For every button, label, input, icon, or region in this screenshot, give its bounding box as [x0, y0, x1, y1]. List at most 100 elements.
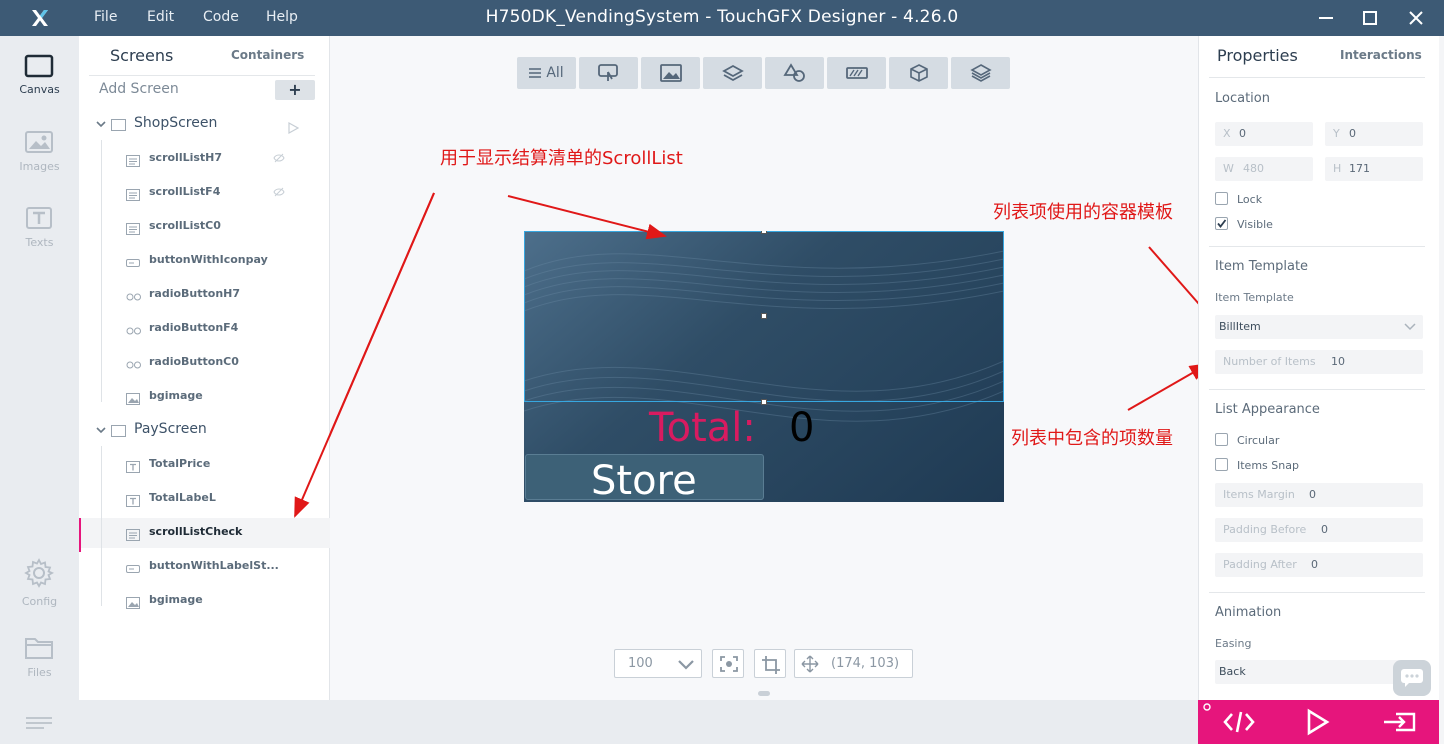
add-screen-button[interactable]: +: [275, 80, 315, 100]
text-icon: [126, 458, 140, 473]
items-margin-field[interactable]: Items Margin 0: [1215, 483, 1423, 507]
rail-config[interactable]: Config: [0, 556, 79, 626]
title-bar: File Edit Code Help H750DK_VendingSystem…: [0, 0, 1444, 36]
tree-item-scrolllistcheck[interactable]: scrollListCheck: [79, 518, 330, 552]
items-margin-value: 0: [1309, 488, 1316, 501]
rail-files-label: Files: [27, 666, 52, 679]
number-of-items-label: Number of Items: [1223, 355, 1316, 368]
section-divider: [1209, 592, 1425, 593]
close-button[interactable]: [1403, 6, 1429, 30]
maximize-button[interactable]: [1357, 6, 1383, 30]
padding-after-field[interactable]: Padding After 0: [1215, 553, 1423, 577]
list-appearance-heading: List Appearance: [1215, 402, 1320, 417]
tab-interactions[interactable]: Interactions: [1340, 48, 1422, 62]
tree-item-label: TotalPrice: [149, 457, 211, 470]
annotation-count: 列表中包含的项数量: [1011, 428, 1173, 449]
code-icon: [1223, 711, 1255, 733]
tree-item-scrolllisth7[interactable]: scrollListH7: [79, 144, 330, 174]
item-template-heading: Item Template: [1215, 259, 1309, 274]
circular-label: Circular: [1237, 434, 1280, 447]
rail-canvas[interactable]: Canvas: [0, 50, 79, 120]
hidden-eye-icon[interactable]: [273, 187, 285, 197]
number-of-items-field[interactable]: Number of Items 10: [1215, 350, 1423, 374]
run-on-target-button[interactable]: [1382, 708, 1420, 738]
app-title: H750DK_VendingSystem - TouchGFX Designer…: [485, 7, 959, 27]
canvas-area[interactable]: All Total: 0 Store 100 (174, 103) 用于显示结算…: [330, 36, 1198, 700]
start-screen-icon[interactable]: [287, 119, 300, 138]
easing-select[interactable]: Back: [1215, 660, 1423, 684]
selection-indicator: [79, 518, 81, 552]
rail-images[interactable]: Images: [0, 126, 79, 196]
rail-config-label: Config: [21, 595, 58, 608]
check-icon: [1217, 219, 1227, 228]
visible-label: Visible: [1237, 218, 1273, 231]
y-value: 0: [1349, 127, 1356, 140]
menu-icon[interactable]: [26, 716, 52, 730]
easing-label: Easing: [1215, 637, 1252, 650]
chevron-down-icon[interactable]: [96, 427, 106, 434]
padding-after-value: 0: [1311, 558, 1318, 571]
minimize-button[interactable]: [1313, 6, 1339, 30]
width-field[interactable]: W 480: [1215, 157, 1313, 181]
tree-guide-line: [101, 446, 102, 606]
canvas-icon: [24, 54, 54, 78]
screen-shopscreen[interactable]: ShopScreen: [79, 110, 330, 140]
scroll-list-icon: [126, 186, 140, 201]
images-icon: [25, 131, 53, 153]
x-value: 0: [1239, 127, 1246, 140]
hidden-eye-icon[interactable]: [273, 153, 285, 163]
easing-value: Back: [1219, 665, 1246, 678]
height-field[interactable]: H 171: [1325, 157, 1423, 181]
chevron-down-icon[interactable]: [96, 121, 106, 128]
tree-guide-line: [101, 140, 102, 402]
properties-panel: Properties Interactions Location X0 Y0 W…: [1198, 36, 1439, 700]
x-field[interactable]: X0: [1215, 122, 1313, 146]
tree-item-label: bgimage: [149, 389, 203, 402]
generate-code-button[interactable]: [1222, 708, 1256, 738]
run-simulator-button[interactable]: [1304, 708, 1334, 738]
y-field[interactable]: Y0: [1325, 122, 1423, 146]
screen-name: PayScreen: [134, 421, 207, 437]
chat-bubble-button[interactable]: [1393, 660, 1431, 696]
tree-item-label: bgimage: [149, 593, 203, 606]
folder-icon: [25, 638, 53, 659]
annotation-template: 列表项使用的容器模板: [993, 202, 1173, 223]
w-value: 480: [1243, 162, 1264, 175]
screen-icon: [111, 119, 126, 131]
rail-texts[interactable]: Texts: [0, 202, 79, 272]
visible-checkbox[interactable]: [1215, 217, 1228, 230]
h-value: 171: [1349, 162, 1370, 175]
tree-item-label: buttonWithLabelSt...: [149, 559, 279, 572]
tree-item-bgimage[interactable]: bgimage: [79, 586, 330, 616]
tree-item-label: scrollListH7: [149, 151, 223, 164]
items-margin-label: Items Margin: [1223, 488, 1295, 501]
tree-item-label: radioButtonC0: [149, 355, 239, 368]
x-label: X: [1223, 127, 1231, 140]
tree-item-buttonwithlabelst[interactable]: buttonWithLabelSt...: [79, 552, 330, 582]
circular-checkbox[interactable]: [1215, 433, 1228, 446]
screen-icon: [111, 425, 126, 437]
tab-containers[interactable]: Containers: [231, 48, 304, 62]
tab-divider: [89, 75, 315, 76]
button-icon: [126, 254, 140, 267]
add-screen-label: Add Screen: [99, 81, 179, 97]
items-snap-label: Items Snap: [1237, 459, 1299, 472]
rail-files[interactable]: Files: [0, 632, 79, 702]
chat-icon: [1401, 669, 1423, 687]
lock-checkbox[interactable]: [1215, 192, 1228, 205]
button-icon: [126, 560, 140, 573]
left-navigation-rail: Canvas Images Texts Config Files: [0, 36, 79, 700]
tree-item-label: radioButtonF4: [149, 321, 239, 334]
tree-item-label: scrollListCheck: [149, 525, 243, 538]
padding-before-field[interactable]: Padding Before 0: [1215, 518, 1423, 542]
tab-properties[interactable]: Properties: [1217, 46, 1298, 65]
rail-canvas-label: Canvas: [19, 83, 60, 96]
padding-after-label: Padding After: [1223, 558, 1297, 571]
tree-item-label: scrollListF4: [149, 185, 221, 198]
h-label: H: [1333, 162, 1342, 175]
item-template-select[interactable]: BillItem: [1215, 315, 1423, 339]
animation-heading: Animation: [1215, 605, 1282, 620]
tab-screens[interactable]: Screens: [110, 46, 173, 65]
items-snap-checkbox[interactable]: [1215, 458, 1228, 471]
play-icon: [1307, 708, 1330, 736]
